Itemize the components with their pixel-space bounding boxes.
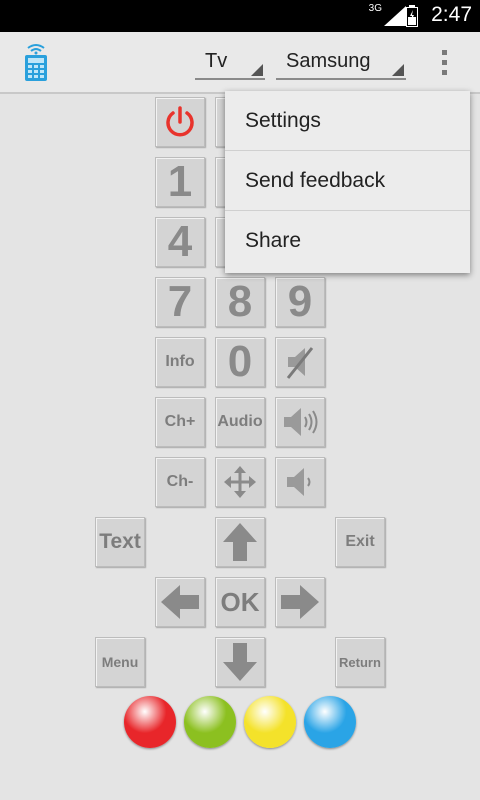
ok-label: OK	[220, 586, 260, 617]
yellow-button[interactable]	[244, 696, 296, 748]
digit-1-button[interactable]: 1	[155, 157, 205, 207]
menu-item-label: Settings	[245, 108, 321, 132]
down-button[interactable]	[215, 637, 265, 687]
red-button[interactable]	[124, 696, 176, 748]
return-button[interactable]: Return	[335, 637, 385, 687]
audio-button[interactable]: Audio	[215, 397, 265, 447]
ok-button[interactable]: OK	[215, 577, 265, 627]
digit-1-label: 1	[167, 157, 193, 206]
up-button[interactable]	[215, 517, 265, 567]
digit-7-button[interactable]: 7	[155, 277, 205, 327]
channel-down-label: Ch-	[166, 473, 194, 490]
menu-item-label: Share	[245, 229, 302, 252]
menu-label: Menu	[101, 654, 139, 670]
right-button[interactable]	[275, 577, 325, 627]
power-button[interactable]	[155, 97, 205, 147]
move-icon	[224, 466, 256, 498]
remote-control-icon[interactable]	[22, 42, 50, 82]
text-button[interactable]: Text	[95, 517, 145, 567]
channel-up-button[interactable]: Ch+	[155, 397, 205, 447]
network-type: 3G	[368, 3, 382, 14]
volume-up-icon	[284, 408, 318, 436]
device-type-label: Tv	[205, 50, 228, 72]
clock: 2:47	[431, 3, 472, 26]
overflow-menu-icon[interactable]	[438, 50, 450, 78]
status-bar: 3G 2:47	[0, 0, 480, 32]
device-type-spinner[interactable]: Tv	[195, 46, 265, 80]
digit-4-button[interactable]: 4	[155, 217, 205, 267]
volume-down-button[interactable]	[275, 457, 325, 507]
return-label: Return	[339, 654, 381, 670]
channel-up-label: Ch+	[164, 413, 196, 430]
overflow-menu: Settings Send feedback Share	[225, 91, 470, 273]
text-label: Text	[99, 530, 141, 553]
green-button[interactable]	[184, 696, 236, 748]
move-button[interactable]	[215, 457, 265, 507]
arrow-down-icon	[223, 643, 257, 681]
brand-spinner[interactable]: Samsung	[276, 46, 406, 80]
menu-item-share[interactable]: Share	[225, 211, 470, 271]
digit-4-label: 4	[167, 217, 193, 266]
brand-label: Samsung	[286, 50, 371, 72]
volume-down-icon	[287, 468, 311, 496]
battery-icon	[406, 5, 418, 27]
blue-button[interactable]	[304, 696, 356, 748]
digit-0-button[interactable]: 0	[215, 337, 265, 387]
volume-up-button[interactable]	[275, 397, 325, 447]
menu-item-settings[interactable]: Settings	[225, 91, 470, 151]
action-bar: Tv Samsung	[0, 32, 480, 94]
menu-item-label: Send feedback	[245, 168, 386, 192]
menu-button[interactable]: Menu	[95, 637, 145, 687]
arrow-up-icon	[223, 523, 257, 561]
exit-label: Exit	[345, 533, 375, 550]
menu-item-send-feedback[interactable]: Send feedback	[225, 151, 470, 211]
dropdown-triangle-icon	[251, 64, 263, 76]
digit-9-button[interactable]: 9	[275, 277, 325, 327]
arrow-left-icon	[161, 585, 199, 619]
mute-icon	[286, 347, 314, 379]
audio-label: Audio	[217, 413, 263, 430]
digit-0-label: 0	[227, 337, 253, 386]
digit-7-label: 7	[167, 277, 193, 326]
mute-button[interactable]	[275, 337, 325, 387]
arrow-right-icon	[281, 585, 319, 619]
dropdown-triangle-icon	[392, 64, 404, 76]
info-button[interactable]: Info	[155, 337, 205, 387]
left-button[interactable]	[155, 577, 205, 627]
exit-button[interactable]: Exit	[335, 517, 385, 567]
channel-down-button[interactable]: Ch-	[155, 457, 205, 507]
power-icon	[166, 106, 194, 137]
digit-9-label: 9	[287, 277, 313, 326]
info-label: Info	[165, 353, 195, 370]
digit-8-button[interactable]: 8	[215, 277, 265, 327]
signal-icon	[384, 6, 406, 26]
digit-8-label: 8	[227, 277, 253, 326]
